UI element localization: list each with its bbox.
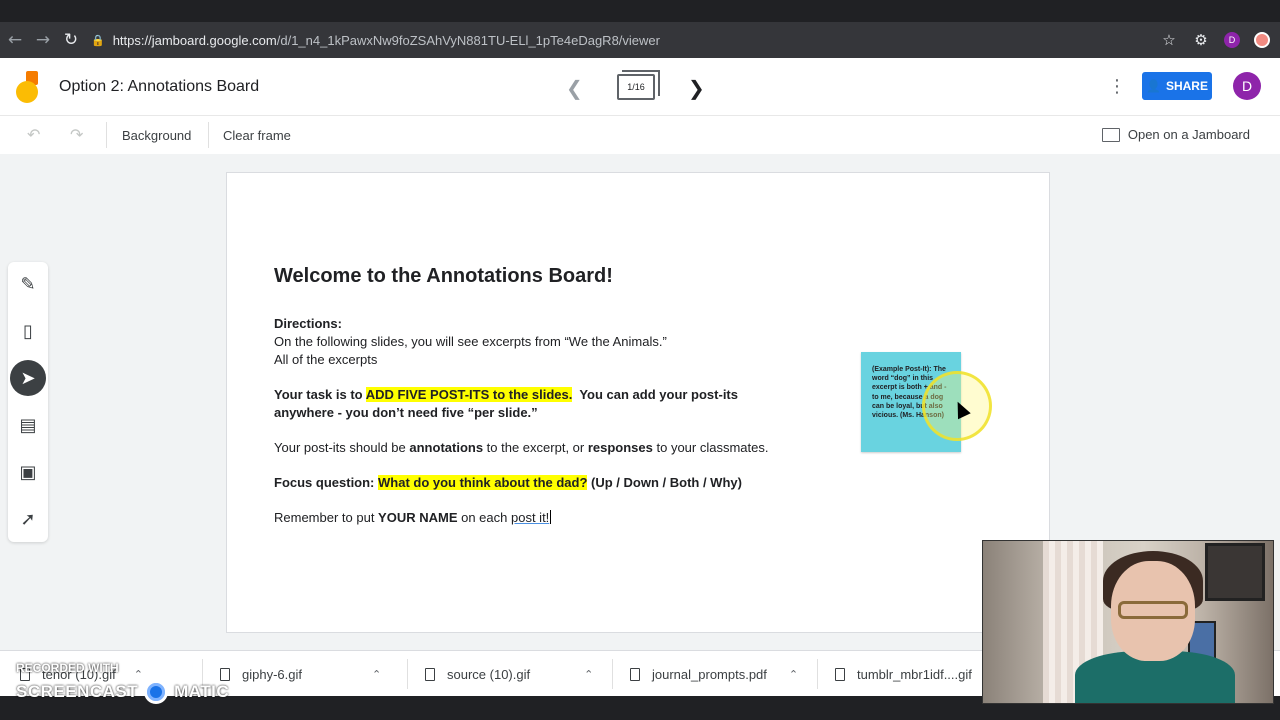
postits-line: Your post-its should be annotations to t…: [274, 439, 854, 457]
postits-mid: to the excerpt, or: [483, 440, 588, 455]
directions-line-2: All of the excerpts: [274, 352, 378, 367]
download-name: giphy-6.gif: [242, 666, 302, 682]
chevron-up-icon[interactable]: ⌃: [584, 668, 593, 681]
previous-frame-icon[interactable]: ❮: [566, 76, 583, 100]
monitor-icon: [1101, 127, 1120, 142]
toolbar-divider: [208, 122, 209, 148]
file-icon: [425, 667, 435, 681]
chevron-up-icon[interactable]: ⌃: [789, 668, 798, 681]
download-name: tumblr_mbr1idf....gif: [857, 666, 972, 682]
record-dot-icon: [144, 680, 169, 704]
account-avatar[interactable]: D: [1233, 72, 1261, 100]
share-button[interactable]: 👤 SHARE: [1142, 72, 1212, 100]
forward-icon[interactable]: →: [29, 26, 57, 54]
focus-question: Focus question: What do you think about …: [274, 474, 854, 492]
clear-frame-button[interactable]: Clear frame: [223, 128, 291, 143]
app-header: Option 2: Annotations Board ❮ 1/16 ❯ ⋮ 👤…: [0, 58, 1280, 116]
postits-bold-2: responses: [587, 440, 653, 455]
slide-heading: Welcome to the Annotations Board!: [274, 265, 613, 287]
eraser-icon[interactable]: ▯: [10, 313, 46, 349]
task-line-2: anywhere - you don’t need five “per slid…: [274, 405, 538, 420]
image-icon[interactable]: ▣: [10, 454, 46, 490]
recorded-with-label: RECORDED WITH: [16, 661, 119, 675]
text-caret: [550, 510, 552, 524]
back-icon[interactable]: ←: [1, 26, 29, 54]
focus-suffix: (Up / Down / Both / Why): [587, 475, 742, 490]
tool-rail: ✎ ▯ ➤ ▤ ▣ ➚: [8, 262, 48, 542]
open-on-jamboard-button[interactable]: Open on a Jamboard: [1101, 127, 1250, 142]
download-item[interactable]: giphy-6.gif ⌃: [220, 663, 381, 685]
remember-bold: YOUR NAME: [378, 510, 458, 525]
remember-link: post it!: [511, 510, 550, 525]
reload-icon[interactable]: ↻: [57, 26, 85, 54]
download-item[interactable]: source (10).gif ⌃: [425, 663, 593, 685]
chevron-up-icon[interactable]: ⌃: [372, 668, 381, 681]
more-options-icon[interactable]: ⋮: [1108, 76, 1126, 98]
record-extension-icon[interactable]: [1254, 32, 1270, 48]
jamboard-logo[interactable]: [16, 71, 40, 103]
frame-counter[interactable]: 1/16: [617, 70, 660, 100]
remember-prefix: Remember to put: [274, 510, 379, 525]
browser-address-bar: ← → ↻ 🔒 https://jamboard.google.com/d/1_…: [0, 22, 1280, 58]
browser-profile-avatar[interactable]: D: [1224, 32, 1240, 48]
background-button[interactable]: Background: [122, 128, 191, 143]
sticky-note-icon[interactable]: ▤: [10, 407, 46, 443]
file-icon: [630, 667, 640, 681]
extension-icon[interactable]: ⚙: [1192, 26, 1210, 54]
url-path: /d/1_n4_1kPawxNw9foZSAhVyN881TU-ELl_1pTe…: [276, 32, 660, 48]
brand-left: SCREENCAST: [16, 682, 139, 701]
focus-highlight: What do you think about the dad?: [378, 475, 588, 490]
share-label: SHARE: [1165, 79, 1208, 93]
chevron-up-icon[interactable]: ⌃: [134, 668, 143, 681]
brand-right: MATIC: [174, 682, 230, 701]
document-title[interactable]: Option 2: Annotations Board: [59, 78, 259, 96]
next-frame-icon[interactable]: ❯: [688, 76, 705, 100]
undo-icon[interactable]: ↶: [27, 125, 40, 144]
remember-mid: on each: [457, 510, 511, 525]
remember-line[interactable]: Remember to put YOUR NAME on each post i…: [274, 509, 854, 527]
task-suffix: You can add your post-its: [572, 387, 738, 402]
task-highlight: ADD FIVE POST-ITS to the slides.: [365, 387, 573, 402]
url-host: https://jamboard.google.com: [112, 32, 277, 48]
toolbar-divider: [106, 122, 107, 148]
person-add-icon: 👤: [1146, 79, 1161, 93]
toolbar: ↶ ↷ Background Clear frame Open on a Jam…: [0, 116, 1280, 154]
browser-tab-strip: [0, 0, 1280, 22]
laser-icon[interactable]: ➚: [10, 501, 46, 537]
directions-line-1: On the following slides, you will see ex…: [274, 334, 667, 349]
download-name: journal_prompts.pdf: [652, 666, 767, 682]
postits-suffix: to your classmates.: [652, 440, 769, 455]
screencast-o-matic-logo: SCREENCAST MATIC: [16, 680, 229, 704]
directions-label: Directions:: [274, 316, 342, 331]
focus-label: Focus question:: [274, 475, 378, 490]
download-divider: [612, 659, 613, 689]
url-field[interactable]: 🔒 https://jamboard.google.com/d/1_n4_1kP…: [91, 33, 660, 48]
open-on-jamboard-label: Open on a Jamboard: [1127, 127, 1250, 142]
download-divider: [817, 659, 818, 689]
file-icon: [220, 667, 230, 681]
pen-icon[interactable]: ✎: [10, 266, 46, 302]
bookmark-star-icon[interactable]: ☆: [1160, 26, 1178, 54]
webcam-overlay: [982, 540, 1274, 704]
task-line-1: Your task is to ADD FIVE POST-ITS to the…: [274, 386, 854, 404]
file-icon: [835, 667, 845, 681]
redo-icon[interactable]: ↷: [70, 125, 83, 144]
download-divider: [407, 659, 408, 689]
download-name: source (10).gif: [447, 666, 531, 682]
postits-prefix: Your post-its should be: [274, 440, 410, 455]
download-item[interactable]: tumblr_mbr1idf....gif: [835, 663, 972, 685]
select-icon[interactable]: ➤: [10, 360, 46, 396]
download-item[interactable]: journal_prompts.pdf ⌃: [630, 663, 798, 685]
postits-bold-1: annotations: [409, 440, 484, 455]
lock-icon: 🔒: [91, 33, 105, 47]
task-prefix: Your task is to: [274, 387, 366, 402]
slide-content: Welcome to the Annotations Board! Direct…: [274, 264, 854, 527]
